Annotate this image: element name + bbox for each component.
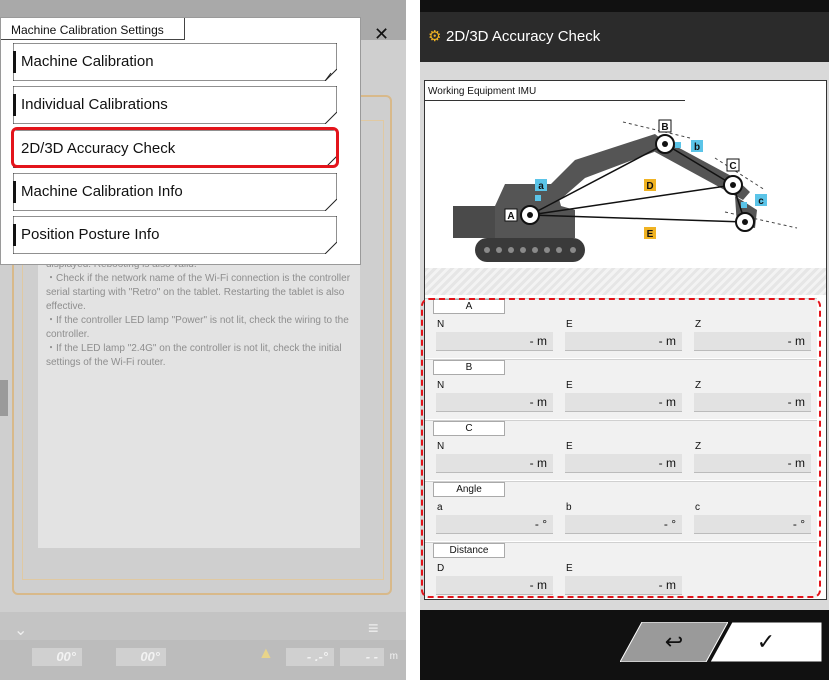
background-help-text: displayed. Rebooting is also valid. ・Che… <box>46 259 351 368</box>
point-label-b: B <box>661 122 668 133</box>
distance-readout: - - <box>340 648 384 666</box>
page-title: 2D/3D Accuracy Check <box>446 28 601 45</box>
close-icon[interactable]: ✕ <box>374 24 389 45</box>
calibration-menu-screen: displayed. Rebooting is also valid. ・Che… <box>0 0 406 680</box>
screen-divider <box>406 0 420 680</box>
roll-readout: 00° <box>116 648 166 666</box>
angle-label-a: a <box>538 181 544 192</box>
ground-hatch <box>425 268 826 295</box>
menu-item-label: Machine Calibration Info <box>21 183 183 200</box>
excavator-diagram: A B C a b c D E <box>453 119 798 262</box>
diagram-title: Working Equipment IMU <box>428 86 537 97</box>
background-side-tab <box>0 380 8 416</box>
menu-item-machine-calibration-info[interactable]: Machine Calibration Info <box>13 173 337 211</box>
menu-icon: ≡ <box>368 618 379 638</box>
menu-item-label: Individual Calibrations <box>21 96 168 113</box>
confirm-button[interactable]: ✓ <box>710 622 822 662</box>
pitch-readout: 00° <box>32 648 82 666</box>
menu-item-label: Position Posture Info <box>21 226 160 243</box>
menu-item-machine-calibration[interactable]: Machine Calibration <box>13 43 337 81</box>
menu-item-marker <box>13 224 16 246</box>
menu-item-marker <box>13 51 16 73</box>
angle-label-c: c <box>758 196 764 207</box>
point-label-a: A <box>507 211 514 222</box>
angle-readout: - .-° <box>286 648 334 666</box>
warning-icon: ▲ <box>258 645 274 662</box>
check-icon: ✓ <box>756 629 776 654</box>
selection-highlight <box>11 127 339 168</box>
distance-label-d: D <box>646 181 653 192</box>
values-highlight <box>421 298 821 598</box>
chevron-down-icon: ⌄ <box>14 622 28 639</box>
accuracy-check-screen: ⚙ 2D/3D Accuracy Check Working Equipment… <box>420 0 829 680</box>
popup-title: Machine Calibration Settings <box>11 23 164 37</box>
angle-label-b: b <box>694 142 700 153</box>
gear-icon: ⚙ <box>428 28 442 45</box>
menu-item-label: Machine Calibration <box>21 53 154 70</box>
status-bar <box>420 0 829 12</box>
menu-item-position-posture-info[interactable]: Position Posture Info <box>13 216 337 254</box>
menu-item-marker <box>13 181 16 203</box>
menu-item-individual-calibrations[interactable]: Individual Calibrations <box>13 86 337 124</box>
menu-item-marker <box>13 94 16 116</box>
excavator-tracks <box>475 238 585 262</box>
distance-label-e: E <box>647 229 654 240</box>
distance-unit: m <box>389 651 398 662</box>
point-label-c: C <box>729 161 736 172</box>
